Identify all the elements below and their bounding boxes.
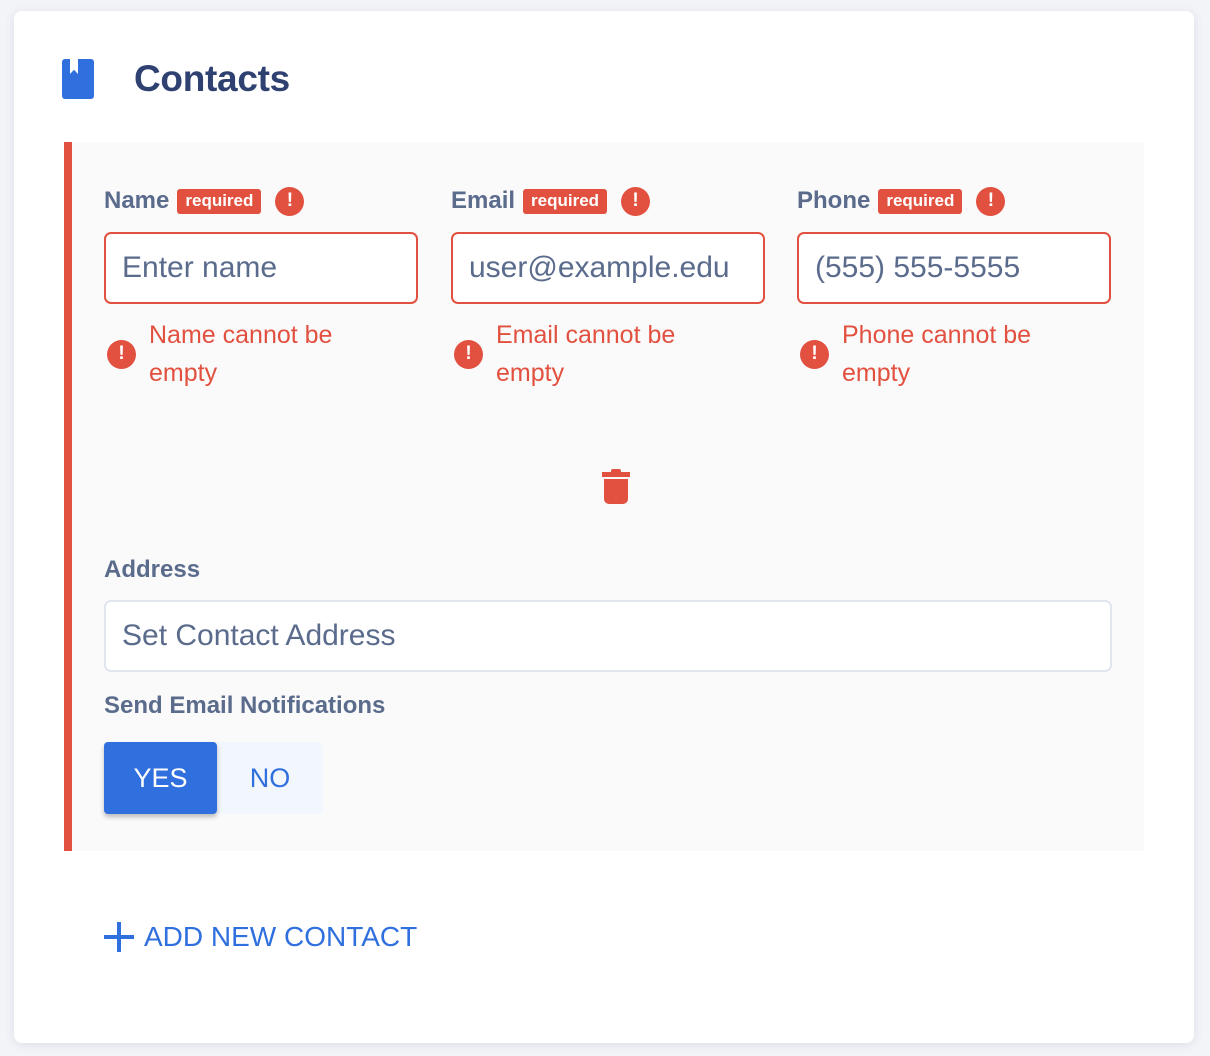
- phone-field-group: Phone required ! ! Phone cannot be empty: [797, 186, 1111, 392]
- email-notifications-label: Send Email Notifications: [104, 692, 386, 719]
- add-new-contact-label: ADD NEW CONTACT: [144, 921, 418, 952]
- required-badge: required: [878, 188, 963, 214]
- email-field-group: Email required ! ! Email cannot be empty: [451, 186, 765, 392]
- required-badge: required: [523, 188, 608, 214]
- exclamation-error-icon: !: [800, 339, 829, 369]
- contact-entry-panel: Name required ! ! Name cannot be empty E…: [64, 142, 1144, 851]
- name-field-group: Name required ! ! Name cannot be empty: [104, 186, 418, 392]
- yes-option-button[interactable]: YES: [104, 742, 217, 814]
- address-label: Address: [104, 556, 201, 583]
- exclamation-alert-icon: !: [621, 186, 651, 216]
- phone-input[interactable]: [797, 232, 1111, 304]
- exclamation-error-icon: !: [107, 339, 136, 369]
- error-message: Phone cannot be empty: [842, 321, 1032, 387]
- email-error: ! Email cannot be empty: [451, 316, 765, 392]
- exclamation-error-icon: !: [454, 339, 483, 369]
- exclamation-alert-icon: !: [976, 186, 1006, 216]
- email-label: Email: [451, 187, 516, 214]
- section-header: Contacts: [62, 51, 290, 107]
- required-badge: required: [177, 188, 262, 214]
- email-input[interactable]: [451, 232, 765, 304]
- phone-error: ! Phone cannot be empty: [797, 316, 1111, 392]
- trash-icon[interactable]: [601, 468, 631, 506]
- error-message: Email cannot be empty: [496, 321, 676, 387]
- no-option-button[interactable]: NO: [217, 742, 323, 814]
- exclamation-alert-icon: !: [275, 186, 305, 216]
- contacts-card: Contacts Name required ! ! Name cannot b…: [14, 11, 1194, 1043]
- error-message: Name cannot be empty: [149, 321, 333, 387]
- plus-icon: [104, 922, 134, 952]
- address-input[interactable]: [104, 600, 1112, 672]
- page-title: Contacts: [134, 58, 290, 99]
- bookmark-book-icon: [62, 59, 94, 99]
- name-label: Name: [104, 187, 170, 214]
- email-notifications-toggle: YES NO: [104, 742, 323, 814]
- name-error: ! Name cannot be empty: [104, 316, 418, 392]
- phone-label: Phone: [797, 187, 871, 214]
- add-new-contact-button[interactable]: ADD NEW CONTACT: [104, 921, 417, 953]
- name-input[interactable]: [104, 232, 418, 304]
